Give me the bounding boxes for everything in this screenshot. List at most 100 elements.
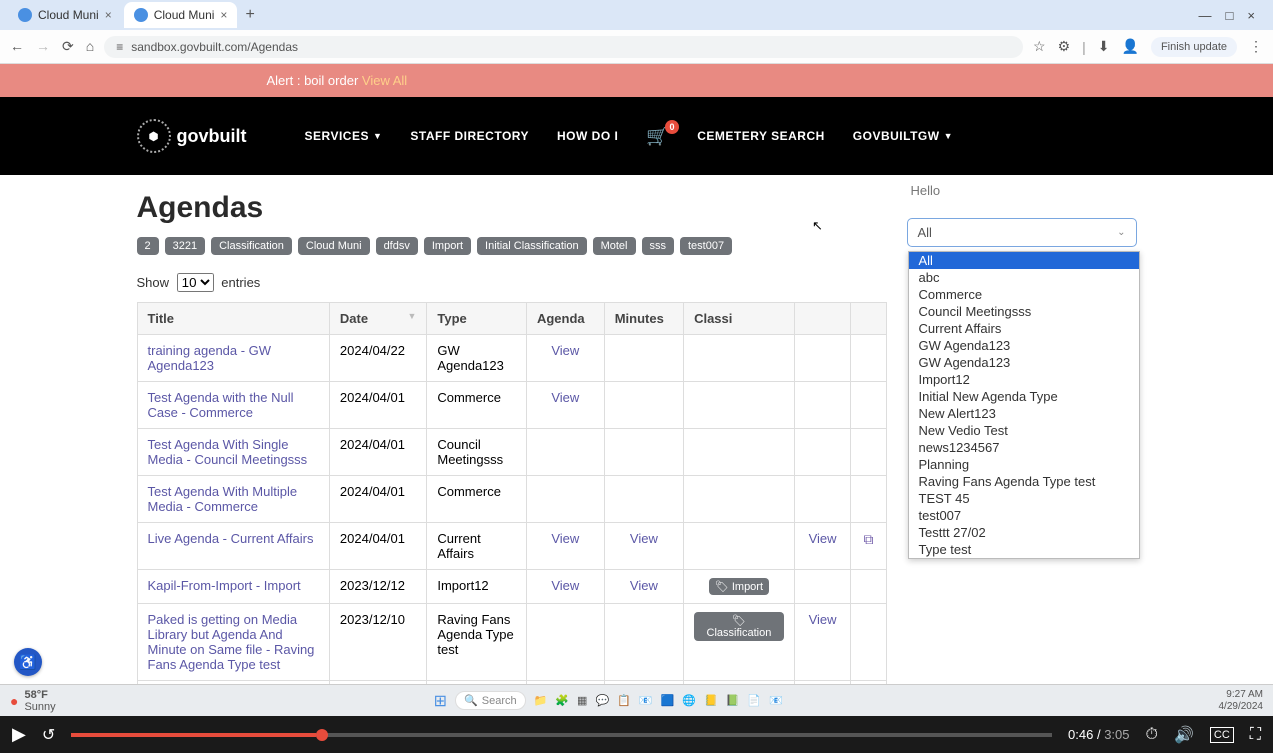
- filter-tag[interactable]: Classification: [211, 237, 292, 255]
- task-icon[interactable]: 📒: [704, 694, 718, 707]
- nav-cemetery-search[interactable]: CEMETERY SEARCH: [697, 126, 825, 147]
- alert-view-all-link[interactable]: View All: [362, 73, 407, 88]
- column-header[interactable]: Date▼: [329, 303, 426, 335]
- site-info-icon[interactable]: ≡: [116, 40, 123, 54]
- logo[interactable]: ⬢ govbuilt: [137, 119, 247, 153]
- column-header[interactable]: [851, 303, 886, 335]
- forward-icon[interactable]: →: [36, 38, 50, 55]
- dropdown-option[interactable]: Council Meetingsss: [909, 303, 1139, 320]
- start-icon[interactable]: ⊞: [434, 691, 447, 711]
- dropdown-option[interactable]: Raving Fans Agenda Type test: [909, 473, 1139, 490]
- filter-tag[interactable]: Cloud Muni: [298, 237, 370, 255]
- task-icon[interactable]: 📁: [534, 694, 548, 707]
- agenda-title-link[interactable]: Test Agenda With Single Media - Council …: [148, 437, 308, 467]
- agenda-title-link[interactable]: Test Agenda With Multiple Media - Commer…: [148, 484, 298, 514]
- dropdown-option[interactable]: test007: [909, 507, 1139, 524]
- progress-bar[interactable]: [71, 733, 1052, 737]
- nav-services[interactable]: SERVICES ▼: [305, 126, 383, 147]
- profile-icon[interactable]: 👤: [1122, 38, 1139, 55]
- speed-icon[interactable]: ⏱: [1146, 726, 1158, 744]
- column-header[interactable]: Classi: [684, 303, 795, 335]
- type-filter-select[interactable]: All ⌄ AllabcCommerceCouncil MeetingsssCu…: [907, 218, 1137, 247]
- menu-icon[interactable]: ⋮: [1249, 38, 1263, 55]
- column-header[interactable]: Type: [427, 303, 527, 335]
- dropdown-option[interactable]: Initial New Agenda Type: [909, 388, 1139, 405]
- view-minutes-link[interactable]: View: [615, 578, 673, 593]
- dropdown-option[interactable]: news1234567: [909, 439, 1139, 456]
- dropdown-option[interactable]: TEST 45: [909, 490, 1139, 507]
- task-icon[interactable]: 📋: [617, 694, 631, 707]
- minimize-icon[interactable]: —: [1199, 8, 1212, 23]
- filter-tag[interactable]: test007: [680, 237, 732, 255]
- classification-pill[interactable]: 🏷 Classification: [694, 612, 784, 641]
- view-agenda-link[interactable]: View: [537, 531, 594, 546]
- classification-pill[interactable]: 🏷 Import: [709, 578, 769, 595]
- agenda-title-link[interactable]: Test Agenda with the Null Case - Commerc…: [148, 390, 294, 420]
- close-icon[interactable]: ×: [105, 8, 112, 22]
- extension-icon[interactable]: ⚙: [1058, 38, 1071, 55]
- weather-widget[interactable]: ● 58°F Sunny: [10, 689, 56, 713]
- nav-how-do-i[interactable]: HOW DO I: [557, 126, 618, 147]
- filter-tag[interactable]: 3221: [165, 237, 205, 255]
- task-icon[interactable]: 🟦: [661, 694, 675, 707]
- column-header[interactable]: Minutes: [604, 303, 683, 335]
- view-agenda-link[interactable]: View: [537, 390, 594, 405]
- nav-govbuiltgw[interactable]: GOVBUILTGW ▼: [853, 126, 953, 147]
- dropdown-option[interactable]: Import12: [909, 371, 1139, 388]
- task-icon[interactable]: 🌐: [682, 694, 696, 707]
- url-field[interactable]: ≡ sandbox.govbuilt.com/Agendas: [104, 36, 1023, 58]
- dropdown-option[interactable]: abc: [909, 269, 1139, 286]
- copy-icon[interactable]: ⧉: [863, 531, 873, 547]
- filter-tag[interactable]: Motel: [593, 237, 636, 255]
- progress-thumb[interactable]: [316, 729, 328, 741]
- agenda-title-link[interactable]: Paked is getting on Media Library but Ag…: [148, 612, 315, 672]
- dropdown-option[interactable]: Type test: [909, 541, 1139, 558]
- column-header[interactable]: Agenda: [526, 303, 604, 335]
- taskbar-search[interactable]: 🔍 Search: [455, 691, 526, 710]
- reload-icon[interactable]: ⟳: [62, 38, 74, 55]
- column-header[interactable]: [794, 303, 851, 335]
- view-attachment-link[interactable]: View: [805, 612, 841, 627]
- star-icon[interactable]: ☆: [1033, 38, 1046, 55]
- agenda-title-link[interactable]: Kapil-From-Import - Import: [148, 578, 301, 593]
- view-agenda-link[interactable]: View: [537, 578, 594, 593]
- volume-icon[interactable]: 🔊: [1174, 725, 1194, 745]
- home-icon[interactable]: ⌂: [86, 38, 94, 55]
- back-icon[interactable]: ←: [10, 38, 24, 55]
- agenda-title-link[interactable]: Live Agenda - Current Affairs: [148, 531, 314, 546]
- task-icon[interactable]: 📄: [747, 694, 761, 707]
- dropdown-option[interactable]: Current Affairs: [909, 320, 1139, 337]
- entries-select[interactable]: 10: [177, 273, 214, 292]
- task-icon[interactable]: 📧: [639, 694, 653, 707]
- view-agenda-link[interactable]: View: [537, 343, 594, 358]
- task-icon[interactable]: 📗: [726, 694, 740, 707]
- dropdown-option[interactable]: Testtt 27/02: [909, 524, 1139, 541]
- browser-tab-active[interactable]: Cloud Muni ×: [124, 2, 238, 28]
- replay-button[interactable]: ↺: [42, 725, 55, 745]
- filter-tag[interactable]: dfdsv: [376, 237, 418, 255]
- close-window-icon[interactable]: ×: [1247, 8, 1255, 23]
- filter-tag[interactable]: Import: [424, 237, 471, 255]
- new-tab-button[interactable]: +: [239, 6, 260, 24]
- filter-tag[interactable]: sss: [642, 237, 675, 255]
- dropdown-option[interactable]: All: [909, 252, 1139, 269]
- agenda-title-link[interactable]: training agenda - GW Agenda123: [148, 343, 272, 373]
- accessibility-button[interactable]: ♿: [14, 648, 42, 676]
- dropdown-option[interactable]: GW Agenda123: [909, 337, 1139, 354]
- dropdown-option[interactable]: Commerce: [909, 286, 1139, 303]
- task-icon[interactable]: ▦: [577, 694, 587, 707]
- column-header[interactable]: Title: [137, 303, 329, 335]
- clock[interactable]: 9:27 AM 4/29/2024: [1219, 689, 1264, 713]
- download-icon[interactable]: ⬇: [1098, 38, 1110, 55]
- filter-tag[interactable]: 2: [137, 237, 159, 255]
- view-attachment-link[interactable]: View: [805, 531, 841, 546]
- filter-tag[interactable]: Initial Classification: [477, 237, 587, 255]
- play-button[interactable]: ▶: [12, 724, 26, 745]
- dropdown-option[interactable]: New Alert123: [909, 405, 1139, 422]
- maximize-icon[interactable]: □: [1226, 8, 1234, 23]
- browser-tab[interactable]: Cloud Muni ×: [8, 2, 122, 28]
- task-icon[interactable]: 📧: [769, 694, 783, 707]
- nav-staff-directory[interactable]: STAFF DIRECTORY: [410, 126, 529, 147]
- fullscreen-icon[interactable]: ⛶: [1250, 726, 1261, 744]
- finish-update-button[interactable]: Finish update: [1151, 37, 1237, 57]
